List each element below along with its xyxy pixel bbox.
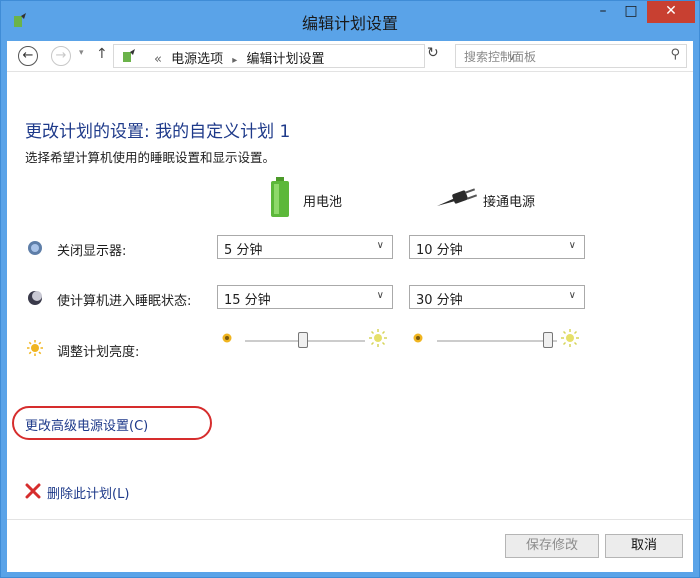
power-plug-icon [437,188,477,206]
slider-thumb[interactable] [298,332,308,348]
chevron-down-icon: ∨ [376,290,384,301]
delete-x-icon [25,483,41,499]
close-button[interactable]: ✕ [647,1,695,23]
sleep-plugged-select[interactable]: 30 分钟 ∨ [409,285,585,309]
sleep-label: 使计算机进入睡眠状态: [57,294,192,309]
advanced-power-settings-link[interactable]: 更改高级电源设置(C) [25,415,148,434]
maximize-button[interactable]: □ [617,1,645,23]
content-area: ← → ▾ ↑ « 电源选项 ▸ 编辑计划设置 ∨ ↻ 搜索控制面板 ⚲ 更改计… [7,41,693,572]
chevron-down-icon: ∨ [376,240,384,251]
sleep-moon-icon [28,291,42,305]
plugged-in-column-header: 接通电源 [483,195,536,210]
chevron-down-icon: ∨ [568,240,576,251]
page-description: 选择希望计算机使用的睡眠设置和显示设置。 [25,150,276,165]
brightness-plugged-slider[interactable] [437,331,557,351]
window: 编辑计划设置 – □ ✕ ← → ▾ ↑ « 电源选项 ▸ 编辑计划设置 ∨ ↻… [0,0,700,578]
breadcrumb-overflow[interactable]: « [154,52,162,67]
breadcrumb-edit-plan[interactable]: 编辑计划设置 [246,52,324,67]
control-panel-icon [123,49,135,62]
search-placeholder: 搜索控制面板 [464,50,537,64]
save-changes-button[interactable]: 保存修改 [505,534,599,558]
footer: 保存修改 取消 [7,519,693,572]
title-bar: 编辑计划设置 – □ ✕ [1,1,699,41]
brightness-sun-icon [27,340,43,356]
sleep-plugged-value: 30 分钟 [416,293,463,308]
battery-column-header: 用电池 [303,195,343,210]
back-button[interactable]: ← [18,46,38,66]
display-off-plugged-select[interactable]: 10 分钟 ∨ [409,235,585,259]
minimize-button[interactable]: – [589,1,617,23]
page-title: 更改计划的设置: 我的自定义计划 1 [25,122,291,142]
recent-locations-dropdown[interactable]: ▾ [79,48,84,58]
search-box[interactable]: 搜索控制面板 ⚲ [455,44,687,68]
breadcrumb-power-options[interactable]: 电源选项 [171,52,223,67]
refresh-icon[interactable]: ↻ [427,45,439,61]
brightness-label: 调整计划亮度: [57,345,140,360]
display-off-battery-select[interactable]: 5 分钟 ∨ [217,235,393,259]
slider-thumb[interactable] [543,332,553,348]
breadcrumb-separator-icon[interactable]: ▸ [232,55,237,66]
display-off-plugged-value: 10 分钟 [416,243,463,258]
battery-icon [271,177,289,217]
up-button[interactable]: ↑ [96,46,108,62]
address-box[interactable]: « 电源选项 ▸ 编辑计划设置 ∨ [113,44,515,68]
forward-arrow-icon: → [55,48,67,63]
brightness-high-icon [561,329,579,347]
address-bar: ← → ▾ ↑ « 电源选项 ▸ 编辑计划设置 ∨ ↻ 搜索控制面板 ⚲ [7,41,693,72]
turn-off-display-label: 关闭显示器: [57,244,127,259]
brightness-high-icon [369,329,387,347]
forward-button[interactable]: → [51,46,71,66]
display-off-battery-value: 5 分钟 [224,243,263,258]
monitor-icon [28,241,42,255]
brightness-battery-slider[interactable] [245,331,365,351]
sleep-battery-select[interactable]: 15 分钟 ∨ [217,285,393,309]
delete-plan-link[interactable]: 删除此计划(L) [47,483,129,502]
breadcrumb: « 电源选项 ▸ 编辑计划设置 [154,48,324,67]
cancel-button[interactable]: 取消 [605,534,683,558]
search-icon[interactable]: ⚲ [670,47,680,62]
brightness-low-icon [413,333,423,343]
back-arrow-icon: ← [22,48,34,63]
sleep-battery-value: 15 分钟 [224,293,271,308]
chevron-down-icon: ∨ [568,290,576,301]
slider-track [437,340,557,342]
brightness-low-icon [222,333,232,343]
